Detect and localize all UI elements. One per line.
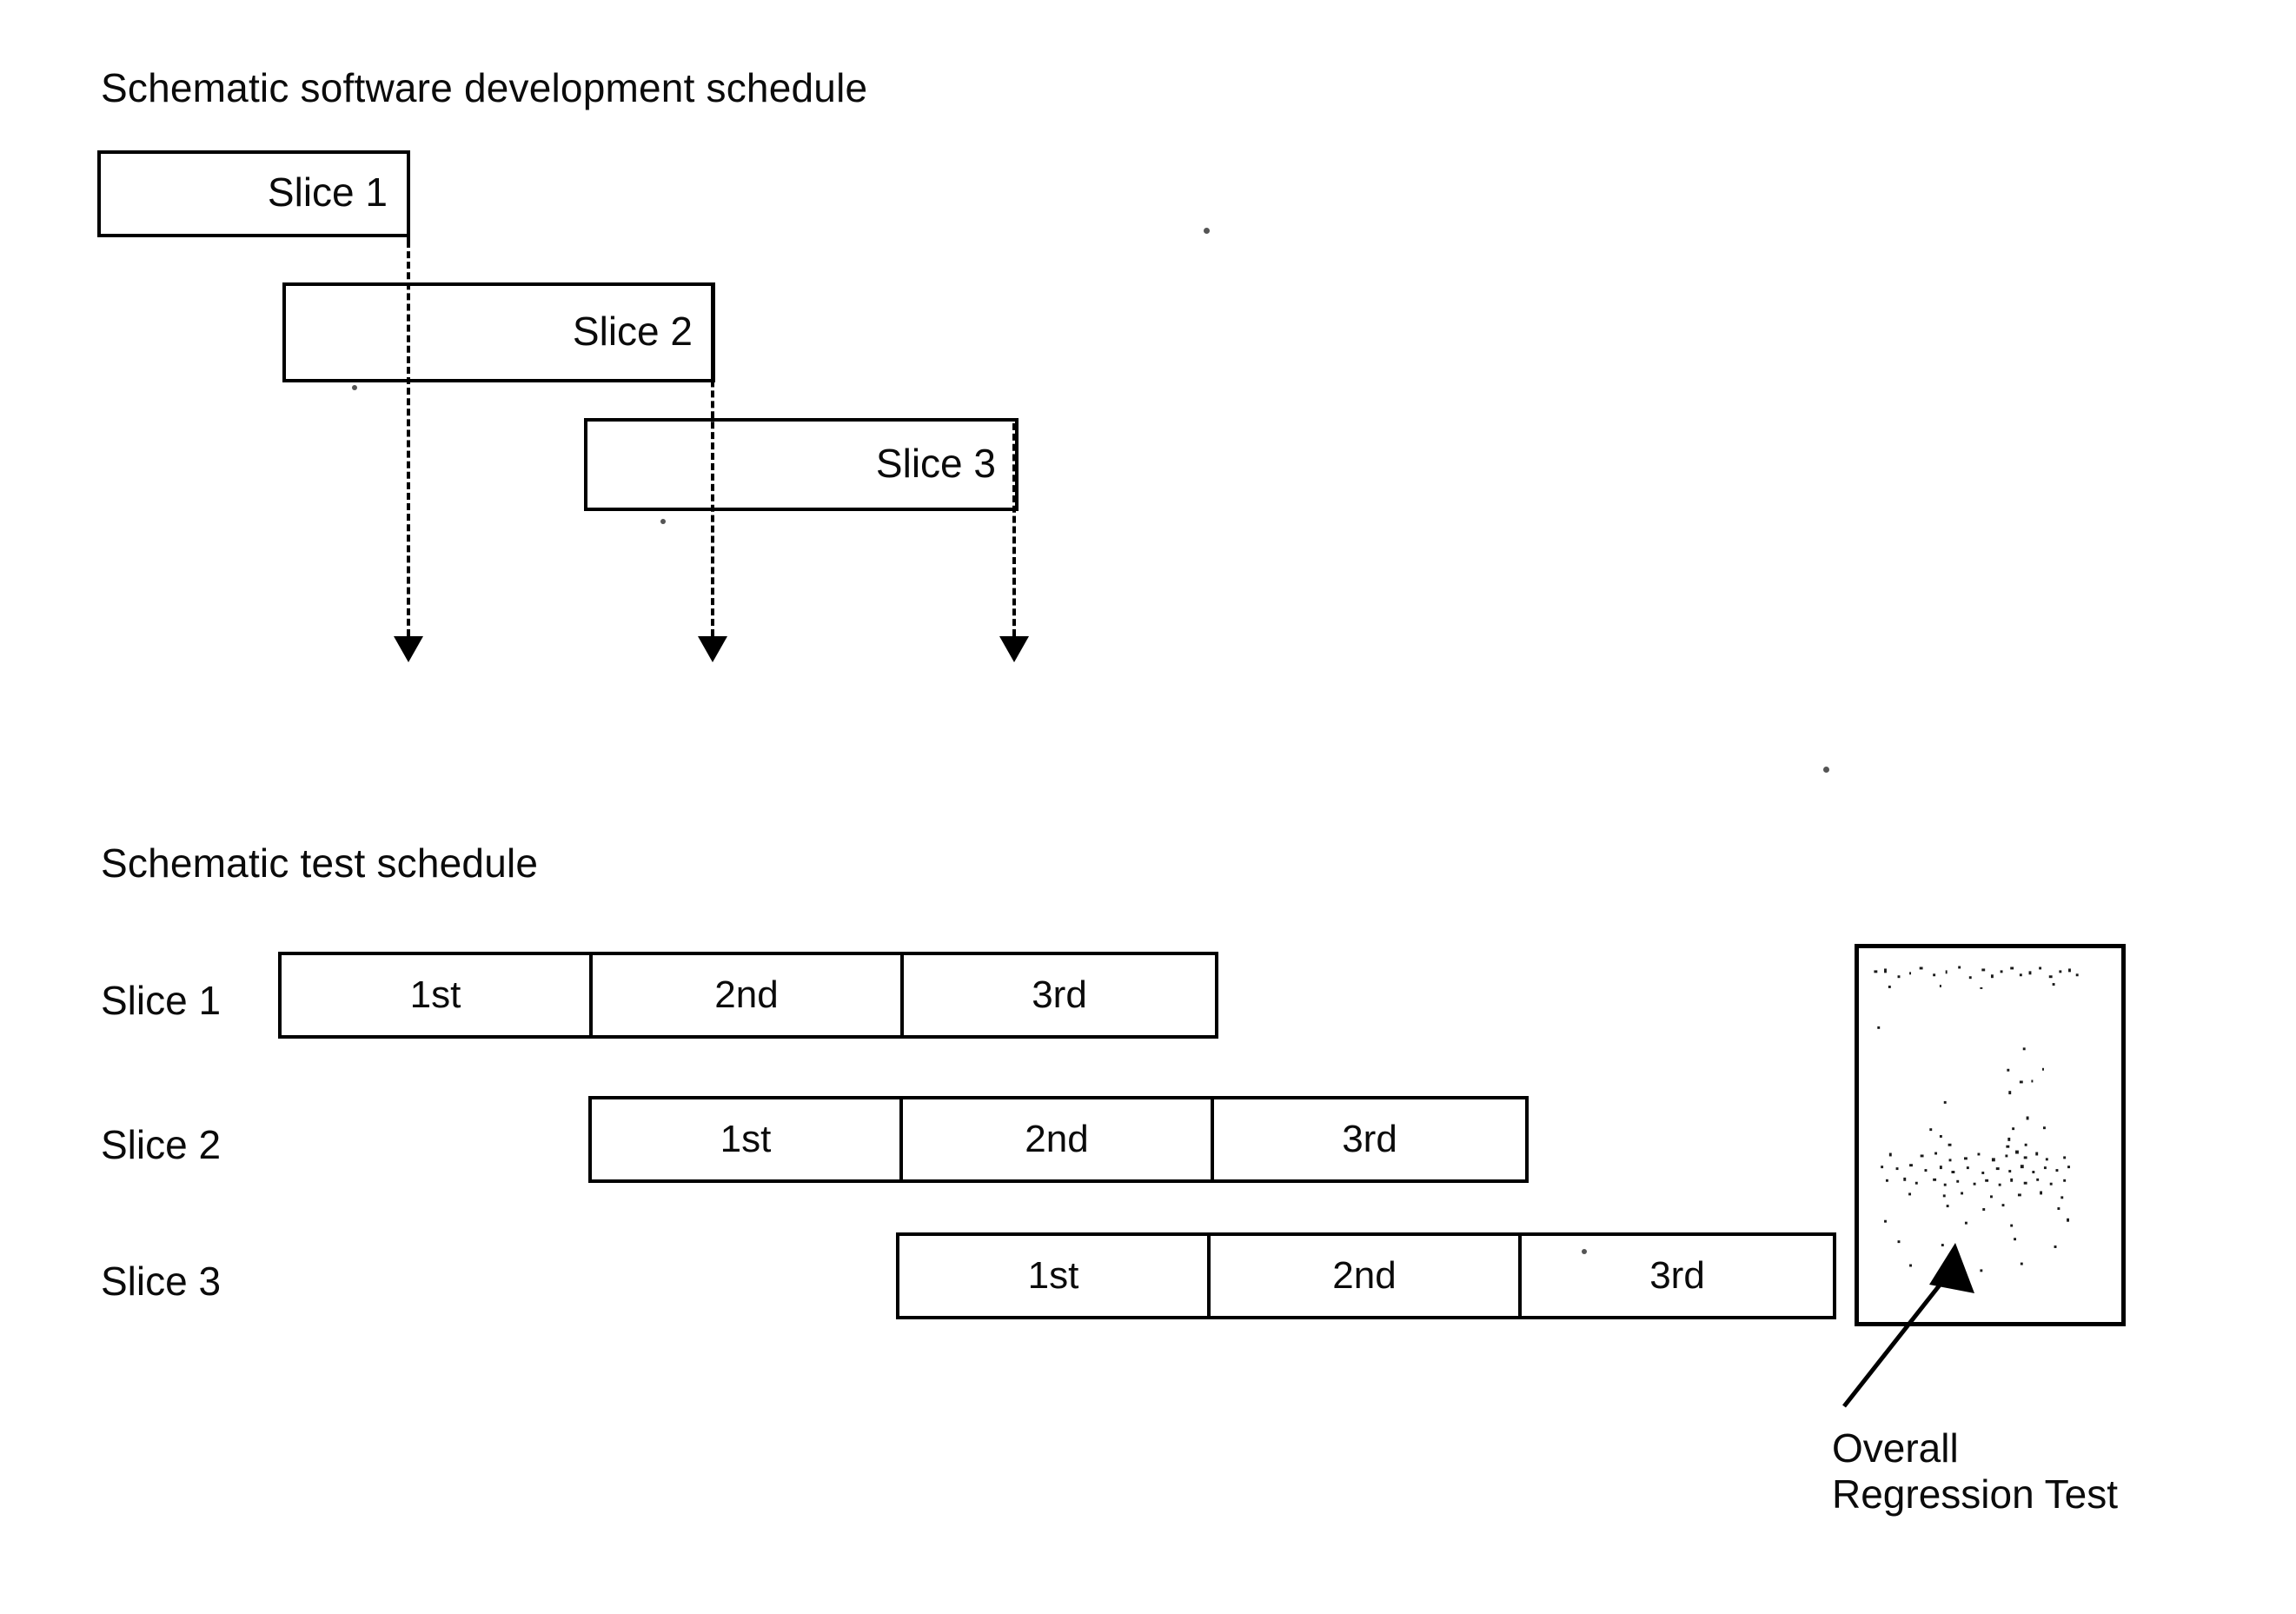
test-row-label-slice-1: Slice 1 <box>101 978 222 1023</box>
milestone-arrowhead-3 <box>999 636 1029 662</box>
test-cell: 1st <box>899 1236 1211 1316</box>
milestone-dashed-line-2 <box>711 287 714 636</box>
test-cell: 3rd <box>1342 1118 1397 1160</box>
regression-caption-line-2: Regression Test <box>1832 1471 2118 1518</box>
diagram-canvas: Schematic software development schedule … <box>0 0 2296 1614</box>
test-row-label-slice-2: Slice 2 <box>101 1122 222 1167</box>
test-row: 1st 2nd 3rd <box>896 1232 1836 1319</box>
regression-caption: Overall Regression Test <box>1832 1425 2118 1518</box>
milestone-arrowhead-1 <box>394 636 423 662</box>
regression-caption-line-1: Overall <box>1832 1425 1959 1471</box>
test-cell: 1st <box>282 955 593 1035</box>
milestone-dashed-line-3 <box>1012 423 1016 636</box>
test-cell: 2nd <box>903 1099 1214 1179</box>
dev-bar-label: Slice 1 <box>267 169 388 215</box>
overall-regression-test-box <box>1855 944 2126 1326</box>
scan-speck <box>1823 767 1829 773</box>
dev-schedule-title: Schematic software development schedule <box>101 65 868 110</box>
test-cell: 2nd <box>1211 1236 1522 1316</box>
test-row: 1st 2nd 3rd <box>278 952 1218 1039</box>
test-cell: 3rd <box>1649 1254 1705 1297</box>
dev-bar-slice-3: Slice 3 <box>584 418 1019 511</box>
scan-speck <box>352 385 357 390</box>
test-cell: 2nd <box>593 955 904 1035</box>
scan-speck <box>1204 228 1210 234</box>
scan-noise-texture <box>1874 966 2079 1272</box>
test-schedule-title: Schematic test schedule <box>101 840 539 886</box>
scan-speck <box>1582 1249 1587 1254</box>
test-row-label-slice-3: Slice 3 <box>101 1259 222 1304</box>
dev-bar-slice-1: Slice 1 <box>97 150 410 237</box>
test-row: 1st 2nd 3rd <box>588 1096 1529 1183</box>
dev-bar-label: Slice 3 <box>875 440 996 486</box>
milestone-arrowhead-2 <box>698 636 727 662</box>
test-cell: 3rd <box>1032 973 1087 1016</box>
milestone-stub-1 <box>407 150 410 241</box>
dev-bar-label: Slice 2 <box>572 308 693 354</box>
scan-speck <box>660 519 666 524</box>
milestone-dashed-line-1 <box>407 241 410 636</box>
dev-bar-slice-2: Slice 2 <box>282 282 715 382</box>
test-cell: 1st <box>592 1099 903 1179</box>
